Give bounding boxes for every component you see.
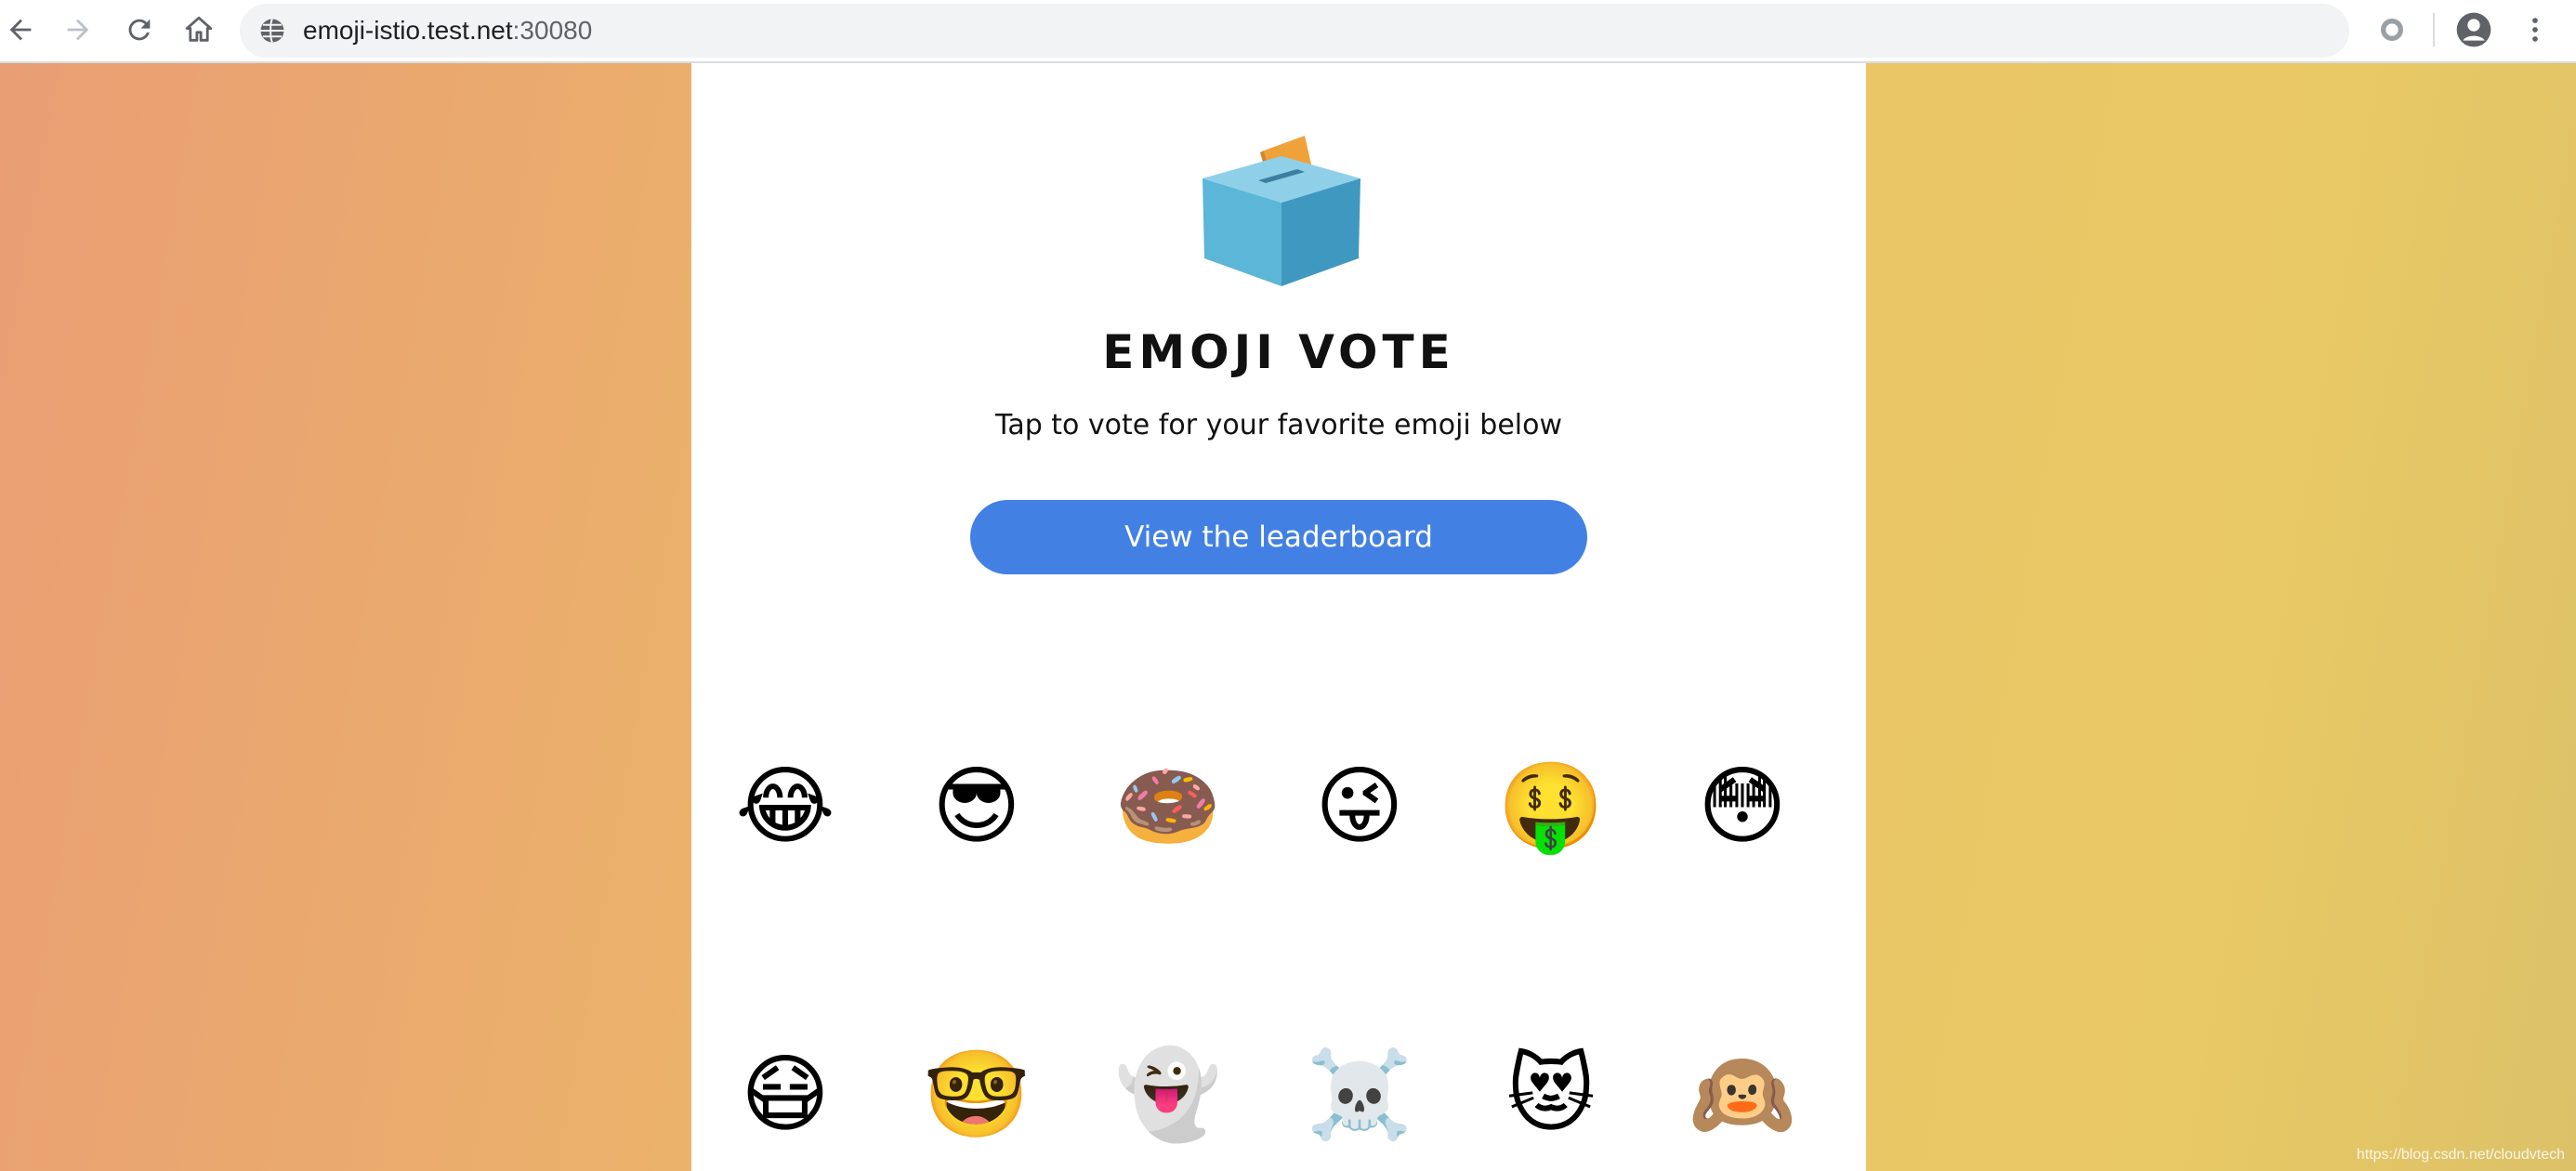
- emoji-vote-option[interactable]: 😜: [1304, 751, 1415, 862]
- extension-circle-icon[interactable]: [2372, 9, 2412, 50]
- emoji-vote-option[interactable]: 👻: [1112, 1039, 1224, 1151]
- emoji-vote-option[interactable]: 🙉: [1687, 1039, 1798, 1151]
- emoji-vote-option[interactable]: 😷: [729, 1039, 841, 1151]
- watermark: https://blog.csdn.net/cloudvtech: [2356, 1147, 2565, 1163]
- emoji-vote-option[interactable]: 🤓: [921, 1039, 1032, 1151]
- emoji-vote-option[interactable]: 😂: [729, 751, 841, 862]
- home-icon[interactable]: [178, 9, 219, 50]
- back-arrow-icon[interactable]: [0, 9, 41, 50]
- url-port: :30080: [512, 16, 593, 45]
- reload-icon[interactable]: [119, 9, 160, 50]
- profile-icon[interactable]: [2453, 9, 2494, 50]
- emoji-vote-option[interactable]: 🍩: [1112, 751, 1224, 862]
- emoji-vote-option[interactable]: 😎: [921, 751, 1032, 862]
- emoji-vote-option[interactable]: 😻: [1495, 1039, 1607, 1151]
- more-vertical-icon[interactable]: [2515, 9, 2556, 50]
- vote-panel: EMOJI VOTE Tap to vote for your favorite…: [691, 63, 1866, 1171]
- url-text: emoji-istio.test.net:30080: [303, 15, 592, 46]
- emoji-grid: 😂 😎 🍩 😜 🤑 😳 😷 🤓 👻 ☠️ 😻 🙉: [691, 63, 1866, 1171]
- toolbar-separator: [2433, 13, 2435, 46]
- globe-icon: [260, 18, 284, 44]
- emoji-vote-option[interactable]: 😳: [1687, 751, 1798, 862]
- emoji-vote-option[interactable]: ☠️: [1304, 1039, 1415, 1151]
- forward-arrow-icon[interactable]: [58, 9, 99, 50]
- browser-toolbar: emoji-istio.test.net:30080: [0, 0, 2576, 63]
- emoji-vote-option[interactable]: 🤑: [1495, 751, 1607, 862]
- address-bar[interactable]: emoji-istio.test.net:30080: [240, 4, 2349, 58]
- url-host: emoji-istio.test.net: [303, 16, 513, 45]
